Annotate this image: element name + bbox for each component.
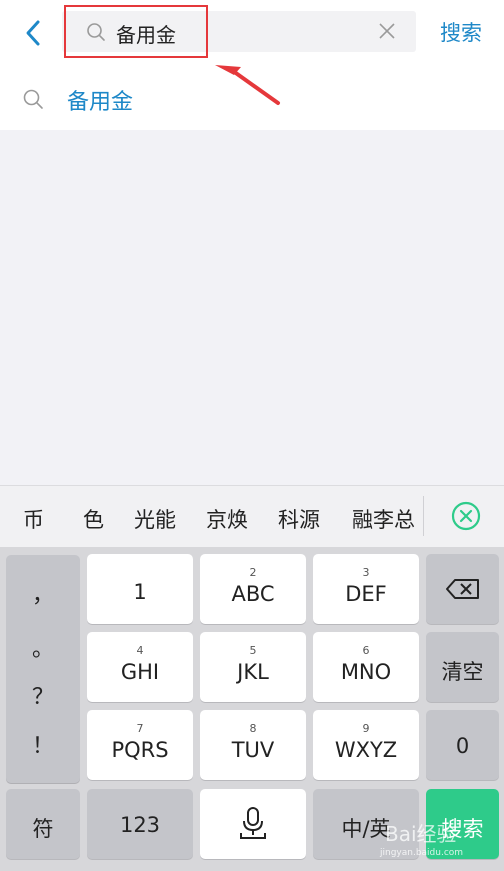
key-1[interactable]: 1	[87, 554, 193, 624]
key-label: 0	[455, 734, 470, 758]
candidate-word[interactable]: 京焕	[206, 504, 248, 534]
key-number: 9	[362, 722, 370, 735]
ime-candidate-bar: 币 色 光能 京焕 科源 融李总	[0, 485, 504, 547]
backspace-button[interactable]	[426, 554, 499, 624]
key-label: DEF	[345, 582, 387, 606]
key-number: 6	[362, 644, 370, 657]
search-header: 备用金 搜索 备用金	[0, 0, 504, 130]
punct-key[interactable]: ？	[6, 679, 80, 711]
key-0[interactable]: 0	[426, 710, 499, 780]
key-label: GHI	[120, 660, 160, 684]
key-label: 123	[119, 813, 161, 837]
suggestion-label: 备用金	[67, 90, 134, 115]
key-number: 7	[136, 722, 144, 735]
key-2[interactable]: 2 ABC	[200, 554, 306, 624]
suggestion-item[interactable]: 备用金	[0, 76, 504, 124]
key-6[interactable]: 6 MNO	[313, 632, 419, 702]
key-label: 1	[133, 580, 147, 604]
candidate-word[interactable]: 色	[83, 504, 104, 534]
punctuation-column: ， 。 ？ ！	[6, 555, 80, 783]
clear-key[interactable]: 清空	[426, 632, 499, 702]
chevron-left-icon	[26, 20, 40, 46]
clear-icon[interactable]	[377, 21, 397, 45]
symbol-key[interactable]: 符	[6, 789, 80, 859]
key-5[interactable]: 5 JKL	[200, 632, 306, 702]
search-icon	[22, 88, 44, 114]
key-label: 清空	[441, 660, 484, 684]
key-8[interactable]: 8 TUV	[200, 710, 306, 780]
key-label: 符	[32, 817, 54, 841]
candidate-word[interactable]: 光能	[134, 504, 176, 534]
space-voice-key[interactable]	[200, 789, 306, 859]
key-label: PQRS	[111, 738, 169, 762]
key-number: 3	[362, 566, 370, 579]
key-label: JKL	[237, 660, 269, 684]
search-button[interactable]: 搜索	[440, 17, 482, 47]
backspace-icon	[446, 579, 479, 599]
candidate-divider	[423, 496, 424, 536]
key-label: MNO	[340, 660, 392, 684]
annotation-highlight-box	[64, 5, 208, 58]
back-button[interactable]	[18, 16, 48, 50]
key-number: 8	[249, 722, 257, 735]
key-4[interactable]: 4 GHI	[87, 632, 193, 702]
key-7[interactable]: 7 PQRS	[87, 710, 193, 780]
candidate-word[interactable]: 币	[23, 504, 44, 534]
number-mode-key[interactable]: 123	[87, 789, 193, 859]
candidate-word[interactable]: 融李总	[352, 504, 415, 534]
key-number: 4	[136, 644, 144, 657]
candidate-word[interactable]: 科源	[278, 504, 320, 534]
watermark: Bai经验	[385, 822, 457, 846]
key-label: TUV	[231, 738, 275, 762]
key-9[interactable]: 9 WXYZ	[313, 710, 419, 780]
punct-key[interactable]: ，	[6, 577, 80, 609]
key-number: 5	[249, 644, 257, 657]
close-candidates-icon[interactable]	[450, 500, 482, 536]
microphone-icon	[240, 807, 266, 839]
key-label: WXYZ	[334, 738, 398, 762]
punct-key[interactable]: 。	[6, 631, 80, 663]
watermark-url: jingyan.baidu.com	[380, 848, 464, 858]
key-label: ABC	[231, 582, 275, 606]
key-3[interactable]: 3 DEF	[313, 554, 419, 624]
key-number: 2	[249, 566, 257, 579]
punct-key[interactable]: ！	[6, 728, 80, 760]
